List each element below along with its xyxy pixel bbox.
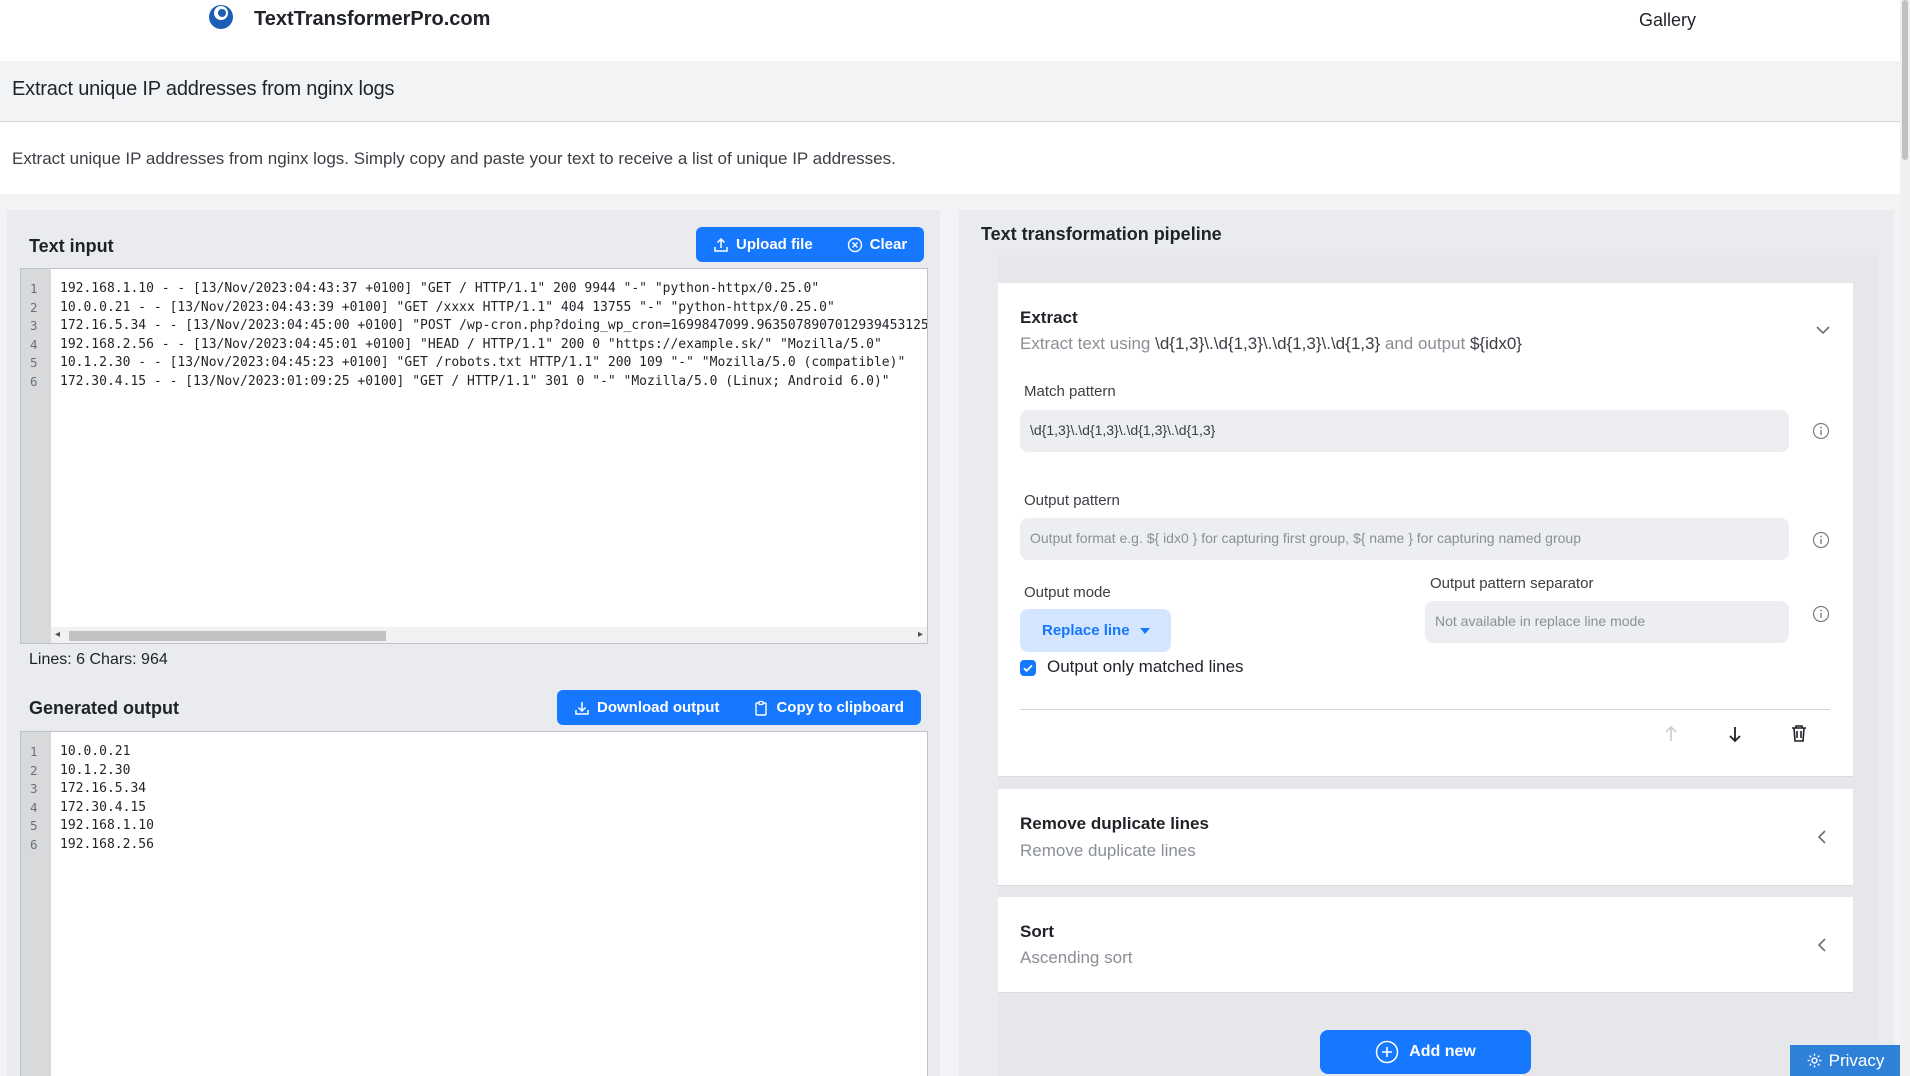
extract-subtitle-output: ${idx0} bbox=[1469, 334, 1522, 353]
copy-clipboard-label: Copy to clipboard bbox=[776, 699, 904, 716]
title-band: Extract unique IP addresses from nginx l… bbox=[0, 61, 1900, 122]
input-line: 10.1.2.30 - - [13/Nov/2023:04:45:23 +010… bbox=[60, 355, 906, 370]
trash-icon[interactable] bbox=[1788, 722, 1810, 744]
move-down-icon[interactable] bbox=[1724, 723, 1746, 745]
add-new-button[interactable]: Add new bbox=[1320, 1030, 1531, 1074]
output-code-area[interactable]: 10.0.0.21 10.1.2.30 172.16.5.34 172.30.4… bbox=[60, 744, 927, 855]
input-code-area[interactable]: 192.168.1.10 - - [13/Nov/2023:04:43:37 +… bbox=[60, 281, 927, 392]
input-line-numbers: 123456 bbox=[21, 269, 51, 643]
output-button-group: Download output Copy to clipboard bbox=[557, 690, 921, 725]
upload-file-label: Upload file bbox=[736, 236, 813, 253]
gear-icon bbox=[1807, 1053, 1822, 1068]
info-icon[interactable] bbox=[1812, 531, 1830, 549]
output-pattern-label: Output pattern bbox=[1024, 492, 1120, 509]
brand-logo-icon[interactable] bbox=[205, 3, 237, 35]
output-line: 192.168.2.56 bbox=[60, 836, 154, 852]
add-new-label: Add new bbox=[1409, 1043, 1476, 1060]
generated-output-label: Generated output bbox=[29, 698, 180, 718]
step-divider bbox=[1020, 709, 1830, 710]
extract-subtitle: Extract text using \d{1,3}\.\d{1,3}\.\d{… bbox=[1020, 334, 1522, 354]
output-line: 10.1.2.30 bbox=[60, 762, 131, 778]
download-icon bbox=[575, 701, 589, 715]
move-up-icon[interactable] bbox=[1660, 723, 1682, 745]
input-line: 10.0.0.21 - - [13/Nov/2023:04:43:39 +010… bbox=[60, 299, 835, 315]
dedupe-subtitle: Remove duplicate lines bbox=[1020, 841, 1196, 860]
chevron-left-icon[interactable] bbox=[1815, 937, 1831, 953]
output-pattern-input[interactable]: Output format e.g. ${ idx0 } for capturi… bbox=[1020, 518, 1789, 560]
brand-name[interactable]: TextTransformerPro.com bbox=[254, 8, 490, 31]
privacy-label: Privacy bbox=[1828, 1050, 1885, 1070]
dedupe-title: Remove duplicate lines bbox=[1020, 814, 1209, 833]
page-description: Extract unique IP addresses from nginx l… bbox=[12, 149, 896, 168]
clear-button[interactable]: Clear bbox=[830, 227, 925, 262]
generated-output-editor[interactable]: 123456 10.0.0.21 10.1.2.30 172.16.5.34 1… bbox=[20, 731, 928, 1076]
input-button-group: Upload file Clear bbox=[696, 227, 925, 262]
extract-subtitle-mid: and output bbox=[1384, 334, 1466, 353]
chevron-down-icon[interactable] bbox=[1815, 322, 1831, 338]
separator-input[interactable]: Not available in replace line mode bbox=[1425, 601, 1789, 643]
extract-subtitle-pattern: \d{1,3}\.\d{1,3}\.\d{1,3}\.\d{1,3} bbox=[1155, 334, 1381, 353]
extract-title: Extract bbox=[1020, 308, 1078, 327]
output-mode-value: Replace line bbox=[1042, 622, 1130, 639]
clear-icon bbox=[847, 237, 862, 252]
check-icon bbox=[1023, 664, 1033, 673]
output-line: 10.0.0.21 bbox=[60, 744, 131, 759]
pipeline-label: Text transformation pipeline bbox=[981, 224, 1222, 244]
chevron-left-icon[interactable] bbox=[1815, 829, 1831, 845]
plus-circle-icon bbox=[1375, 1040, 1399, 1064]
input-stats: Lines: 6 Chars: 964 bbox=[29, 651, 168, 668]
match-pattern-input[interactable]: \d{1,3}\.\d{1,3}\.\d{1,3}\.\d{1,3} bbox=[1020, 410, 1789, 452]
download-output-label: Download output bbox=[597, 699, 720, 716]
scroll-right-icon[interactable]: ▸ bbox=[918, 629, 923, 640]
info-icon[interactable] bbox=[1812, 605, 1830, 623]
match-pattern-label: Match pattern bbox=[1024, 383, 1116, 400]
input-line: 192.168.1.10 - - [13/Nov/2023:04:43:37 +… bbox=[60, 281, 820, 296]
caret-down-icon bbox=[1139, 627, 1150, 634]
input-line: 172.30.4.15 - - [13/Nov/2023:01:09:25 +0… bbox=[60, 373, 890, 389]
text-input-label: Text input bbox=[29, 236, 114, 256]
download-output-button[interactable]: Download output bbox=[557, 690, 736, 725]
description-band: Extract unique IP addresses from nginx l… bbox=[0, 122, 1900, 194]
nav-gallery-link[interactable]: Gallery bbox=[1639, 10, 1696, 31]
scroll-left-icon[interactable]: ◂ bbox=[55, 629, 60, 640]
input-line: 172.16.5.34 - - [13/Nov/2023:04:45:00 +0… bbox=[60, 318, 927, 333]
page-title: Extract unique IP addresses from nginx l… bbox=[12, 78, 395, 100]
separator-label: Output pattern separator bbox=[1430, 575, 1594, 592]
output-line: 172.30.4.15 bbox=[60, 799, 147, 815]
info-icon[interactable] bbox=[1812, 422, 1830, 440]
scroll-thumb[interactable] bbox=[69, 631, 386, 641]
copy-clipboard-button[interactable]: Copy to clipboard bbox=[736, 690, 921, 725]
privacy-button[interactable]: Privacy bbox=[1790, 1045, 1900, 1076]
input-horizontal-scrollbar[interactable]: ◂ ▸ bbox=[51, 627, 927, 643]
upload-file-button[interactable]: Upload file bbox=[696, 227, 830, 262]
text-input-editor[interactable]: 123456 192.168.1.10 - - [13/Nov/2023:04:… bbox=[20, 268, 928, 644]
clipboard-icon bbox=[755, 700, 768, 716]
output-mode-label: Output mode bbox=[1024, 584, 1111, 601]
output-mode-select[interactable]: Replace line bbox=[1020, 609, 1171, 652]
sort-subtitle: Ascending sort bbox=[1020, 948, 1133, 967]
output-line: 192.168.1.10 bbox=[60, 818, 154, 833]
page-scrollbar[interactable] bbox=[1900, 0, 1910, 1076]
extract-subtitle-prefix: Extract text using bbox=[1020, 334, 1151, 353]
clear-label: Clear bbox=[869, 236, 908, 253]
input-line: 192.168.2.56 - - [13/Nov/2023:04:45:01 +… bbox=[60, 336, 882, 352]
top-navbar: TextTransformerPro.com Gallery bbox=[0, 0, 1900, 61]
upload-icon bbox=[714, 237, 728, 252]
only-matched-label[interactable]: Output only matched lines bbox=[1047, 657, 1244, 677]
output-line-numbers: 123456 bbox=[21, 732, 51, 1076]
only-matched-checkbox[interactable] bbox=[1020, 660, 1036, 676]
sort-step-card[interactable]: Sort Ascending sort bbox=[998, 897, 1853, 993]
output-line: 172.16.5.34 bbox=[60, 781, 147, 796]
sort-title: Sort bbox=[1020, 922, 1054, 941]
dedupe-step-card[interactable]: Remove duplicate lines Remove duplicate … bbox=[998, 789, 1853, 886]
